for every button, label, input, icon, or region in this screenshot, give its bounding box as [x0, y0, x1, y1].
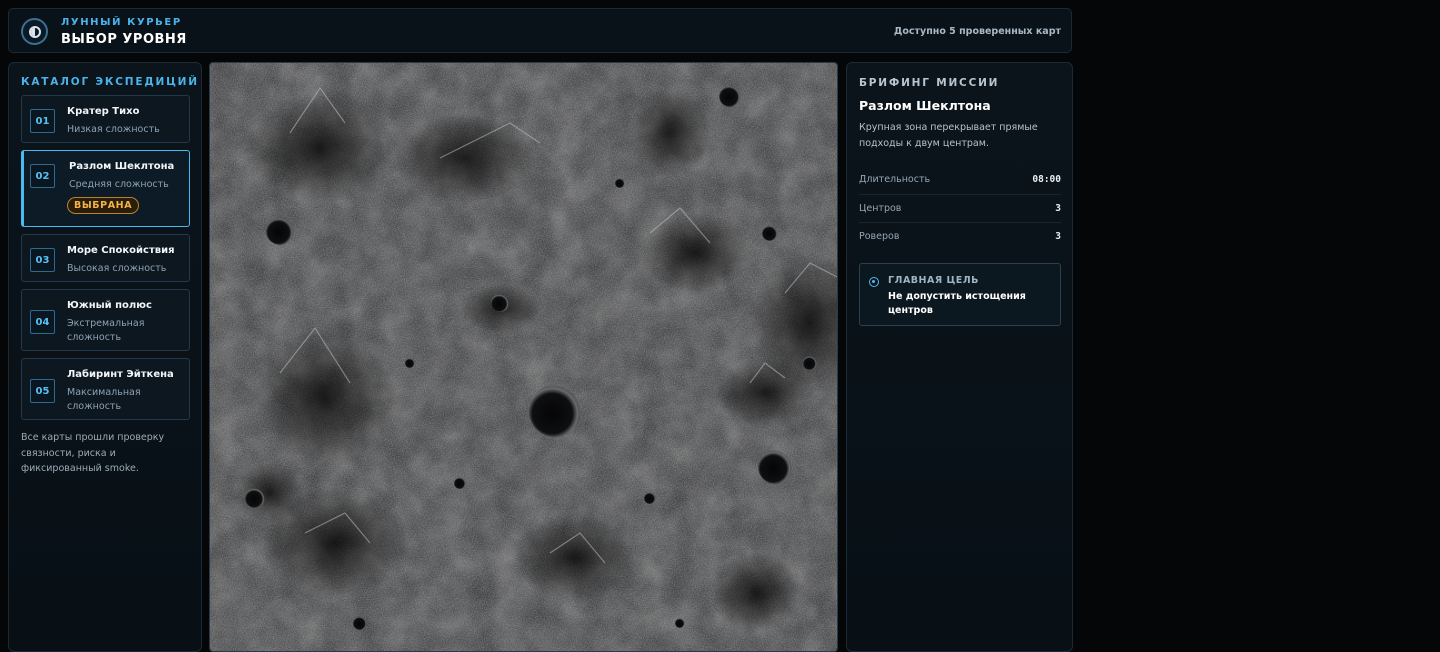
level-difficulty: Максимальная сложность — [67, 387, 141, 412]
level-number: 02 — [30, 164, 55, 188]
level-name: Море Спокойствия — [67, 245, 175, 256]
expedition-catalog-panel: КАТАЛОГ ЭКСПЕДИЦИЙ 01 Кратер Тихо Низкая… — [8, 62, 202, 652]
level-difficulty: Экстремальная сложность — [67, 318, 145, 343]
level-number: 04 — [30, 310, 55, 334]
level-name: Кратер Тихо — [67, 106, 140, 117]
target-icon — [869, 277, 879, 287]
stat-label: Центров — [859, 202, 902, 214]
level-difficulty: Низкая сложность — [67, 124, 160, 135]
level-card-01[interactable]: 01 Кратер Тихо Низкая сложность — [21, 95, 190, 143]
lunar-map-view[interactable] — [209, 62, 838, 652]
level-number: 01 — [30, 109, 55, 133]
stat-label: Роверов — [859, 231, 900, 242]
mission-name: Разлом Шеклтона — [859, 98, 991, 113]
moon-icon — [21, 18, 48, 45]
stat-value: 3 — [1055, 202, 1061, 214]
level-name: Лабиринт Эйткена — [67, 369, 174, 380]
mission-stats: Длительность 08:00 Центров 3 Роверов 3 — [859, 166, 1061, 252]
stat-row-duration: Длительность 08:00 — [859, 166, 1061, 195]
stat-value: 3 — [1055, 231, 1061, 242]
level-name: Разлом Шеклтона — [69, 161, 175, 172]
top-header: ЛУННЫЙ КУРЬЕР ВЫБОР УРОВНЯ Доступно 5 пр… — [8, 8, 1072, 53]
level-card-03[interactable]: 03 Море Спокойствия Высокая сложность — [21, 234, 190, 282]
brand-name: ЛУННЫЙ КУРЬЕР — [61, 17, 182, 28]
lunar-surface-image — [210, 63, 837, 651]
selected-badge: ВЫБРАНА — [67, 197, 140, 214]
main-goal-box: ГЛАВНАЯ ЦЕЛЬ Не допустить истощения цент… — [859, 263, 1061, 326]
maps-available-status: Доступно 5 проверенных карт — [893, 26, 1061, 37]
level-card-05[interactable]: 05 Лабиринт Эйткена Максимальная сложнос… — [21, 358, 190, 420]
stat-label: Длительность — [859, 174, 931, 185]
level-number: 03 — [30, 248, 55, 272]
briefing-title: БРИФИНГ МИССИИ — [859, 77, 1000, 89]
level-name: Южный полюс — [67, 300, 152, 311]
level-number: 05 — [30, 379, 55, 403]
goal-title: ГЛАВНАЯ ЦЕЛЬ — [888, 275, 979, 286]
level-card-02[interactable]: 02 Разлом Шеклтона Средняя сложность ВЫБ… — [21, 150, 190, 227]
stat-value: 08:00 — [1032, 174, 1061, 185]
catalog-title: КАТАЛОГ ЭКСПЕДИЦИЙ — [21, 76, 199, 88]
mission-briefing-panel: БРИФИНГ МИССИИ Разлом Шеклтона Крупная з… — [846, 62, 1073, 652]
page-title: ВЫБОР УРОВНЯ — [61, 32, 187, 47]
level-card-04[interactable]: 04 Южный полюс Экстремальная сложность — [21, 289, 190, 351]
app-window: ЛУННЫЙ КУРЬЕР ВЫБОР УРОВНЯ Доступно 5 пр… — [0, 0, 1080, 652]
level-difficulty: Высокая сложность — [67, 263, 167, 274]
mission-description: Крупная зона перекрывает прямые подходы … — [859, 122, 1038, 149]
catalog-note: Все карты прошли проверку связности, рис… — [21, 432, 165, 474]
stat-row-centers: Центров 3 — [859, 195, 1061, 223]
level-difficulty: Средняя сложность — [69, 179, 169, 190]
stat-row-rovers: Роверов 3 — [859, 223, 1061, 252]
level-list: 01 Кратер Тихо Низкая сложность 02 Разло… — [21, 95, 190, 427]
goal-text: Не допустить истощения центров — [888, 291, 1026, 316]
